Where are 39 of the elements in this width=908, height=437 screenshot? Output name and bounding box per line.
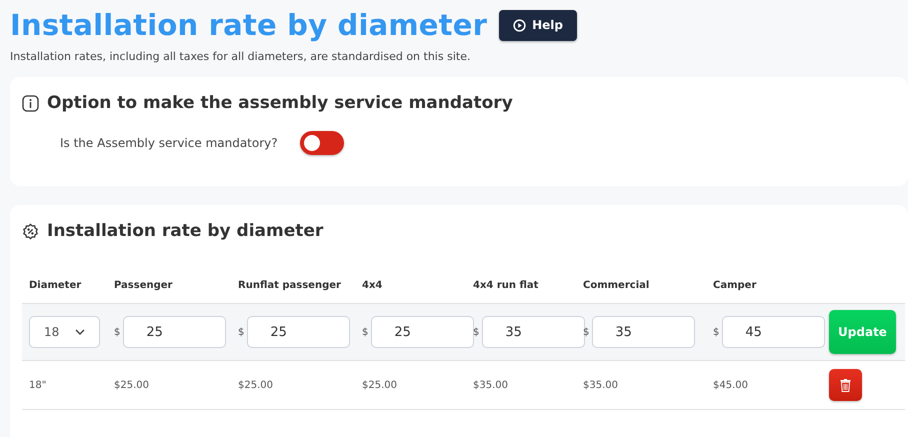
column-header: Commercial <box>582 280 650 290</box>
table-cell-text: $25.00 <box>361 380 398 390</box>
rate-input[interactable]: 25 <box>371 316 474 348</box>
table-cell-text: $25.00 <box>113 380 150 390</box>
info-icon <box>22 94 39 112</box>
column-header: Diameter <box>28 280 82 290</box>
rate-input[interactable]: 25 <box>123 316 226 348</box>
column-header: 4x4 run flat <box>472 280 540 290</box>
currency-symbol: $ <box>473 326 480 338</box>
table-cell-text: $25.00 <box>237 380 274 390</box>
play-icon <box>513 18 526 32</box>
rate-input[interactable]: 45 <box>722 316 826 348</box>
toggle-label: Is the Assembly service mandatory? <box>60 136 278 150</box>
card-title: Installation rate by diameter <box>47 221 324 241</box>
trash-icon <box>840 378 851 392</box>
diameter-select[interactable]: 18 <box>29 316 100 348</box>
table-cell-text: $45.00 <box>712 380 749 390</box>
mandatory-toggle[interactable] <box>300 131 344 155</box>
page-subtitle: Installation rates, including all taxes for all diameters, are standardised on this site. <box>10 50 472 63</box>
delete-button[interactable] <box>829 369 862 401</box>
rate-input[interactable]: 25 <box>247 316 350 348</box>
card-title: Option to make the assembly service mandatory <box>47 93 513 113</box>
column-header: Passenger <box>113 280 174 290</box>
column-header: 4x4 <box>361 280 384 290</box>
table-cell-text: $35.00 <box>582 380 619 390</box>
currency-symbol: $ <box>583 326 590 338</box>
currency-symbol: $ <box>114 326 120 338</box>
rate-input[interactable]: 35 <box>592 316 696 348</box>
table-cell-text: $35.00 <box>472 380 509 390</box>
page-title: Installation rate by diameter <box>10 8 488 42</box>
currency-symbol: $ <box>362 326 368 338</box>
table-cell-text: 18" <box>28 380 48 390</box>
column-header: Camper <box>712 280 758 290</box>
column-header: Runflat passenger <box>237 280 342 290</box>
currency-symbol: $ <box>713 326 720 338</box>
badge-percent-icon <box>22 222 39 240</box>
chevron-down-icon <box>75 329 85 335</box>
currency-symbol: $ <box>238 326 244 338</box>
help-button[interactable]: Help <box>499 10 577 40</box>
